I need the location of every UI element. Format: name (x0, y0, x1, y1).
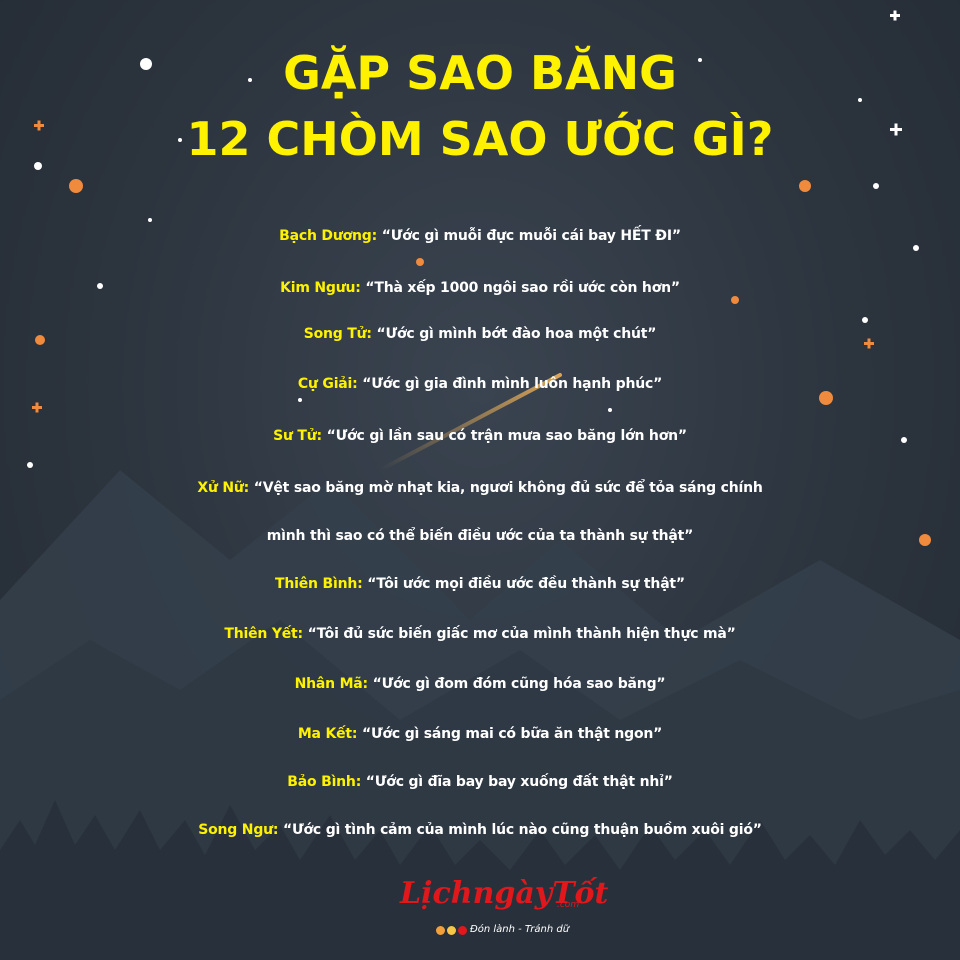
star-white (148, 218, 152, 222)
zodiac-sign-label: Nhân Mã: (294, 676, 369, 692)
poster: GẶP SAO BĂNG 12 CHÒM SAO ƯỚC GÌ? Bạch Dư… (0, 0, 960, 960)
wish-quote: “Ước gì muỗi đực muỗi cái bay HẾT ĐI” (381, 228, 681, 244)
wish-quote: “Ước gì mình bớt đào hoa một chút” (376, 326, 657, 342)
logo-domain-suffix: .com (557, 900, 580, 910)
wish-quote: “Tôi ước mọi điều ước đều thành sự thật” (367, 576, 685, 592)
star-white (862, 317, 868, 323)
zodiac-sign-label: Kim Ngưu: (280, 280, 361, 296)
star-white (27, 462, 33, 468)
star-white (298, 398, 302, 402)
wish-row-xu-nu: Xử Nữ: “Vệt sao băng mờ nhạt kia, ngươi … (0, 480, 960, 496)
zodiac-sign-label: Bạch Dương: (279, 228, 378, 244)
logo-dot-icon (458, 926, 467, 935)
wish-quote: mình thì sao có thể biến điều ước của ta… (266, 528, 694, 544)
wish-row-bao-binh: Bảo Bình: “Ước gì đĩa bay bay xuống đất … (0, 774, 960, 790)
sparkle-icon (890, 10, 900, 21)
star-orange (69, 179, 83, 193)
zodiac-sign-label: Xử Nữ: (197, 480, 250, 496)
wish-row-cu-giai: Cự Giải: “Ước gì gia đình mình luôn hạnh… (0, 376, 960, 392)
wish-quote: “Tôi đủ sức biến giấc mơ của mình thành … (307, 626, 736, 642)
wish-row-bach-duong: Bạch Dương: “Ước gì muỗi đực muỗi cái ba… (0, 228, 960, 244)
wish-quote: “Ước gì lần sau có trận mưa sao băng lớn… (326, 428, 687, 444)
zodiac-sign-label: Song Tử: (303, 326, 372, 342)
wish-quote: “Thà xếp 1000 ngôi sao rồi ước còn hơn” (365, 280, 680, 296)
zodiac-sign-label: Thiên Yết: (224, 626, 303, 642)
star-orange (819, 391, 833, 405)
wish-row-su-tu: Sư Tử: “Ước gì lần sau có trận mưa sao b… (0, 428, 960, 444)
zodiac-sign-label: Thiên Bình: (275, 576, 363, 592)
logo-slogan: Đón lành - Tránh dữ (470, 924, 570, 935)
star-white (608, 408, 612, 412)
lichngaytot-logo: LịchngàyTốt .com Đón lành - Tránh dữ (400, 876, 608, 940)
star-orange (416, 258, 424, 266)
wish-row-nhan-ma: Nhân Mã: “Ước gì đom đóm cũng hóa sao bă… (0, 676, 960, 692)
star-orange (731, 296, 739, 304)
wish-row-song-ngu: Song Ngư: “Ước gì tình cảm của mình lúc … (0, 822, 960, 838)
wish-quote: “Ước gì đĩa bay bay xuống đất thật nhỉ” (365, 774, 673, 790)
wish-quote: “Ước gì gia đình mình luôn hạnh phúc” (362, 376, 663, 392)
logo-dot-icon (436, 926, 445, 935)
wish-row-thien-yet: Thiên Yết: “Tôi đủ sức biến giấc mơ của … (0, 626, 960, 642)
three-dots-icon (436, 926, 470, 936)
title-line-2: 12 CHÒM SAO ƯỚC GÌ? (186, 112, 774, 166)
wish-quote: “Ước gì đom đóm cũng hóa sao băng” (372, 676, 666, 692)
wish-row-ma-ket: Ma Kết: “Ước gì sáng mai có bữa ăn thật … (0, 726, 960, 742)
zodiac-sign-label: Bảo Bình: (287, 774, 362, 790)
wish-row-kim-nguu: Kim Ngưu: “Thà xếp 1000 ngôi sao rồi ước… (0, 280, 960, 296)
wish-quote: “Ước gì sáng mai có bữa ăn thật ngon” (362, 726, 663, 742)
logo-dot-icon (447, 926, 456, 935)
zodiac-sign-label: Song Ngư: (198, 822, 279, 838)
sparkle-icon (32, 402, 42, 413)
wish-row-song-tu: Song Tử: “Ước gì mình bớt đào hoa một ch… (0, 326, 960, 342)
zodiac-sign-label: Sư Tử: (273, 428, 322, 444)
wish-row-thien-binh: Thiên Bình: “Tôi ước mọi điều ước đều th… (0, 576, 960, 592)
wish-row-xu-nu-continued: mình thì sao có thể biến điều ước của ta… (0, 528, 960, 544)
star-white (873, 183, 879, 189)
wish-quote: “Vệt sao băng mờ nhạt kia, ngươi không đ… (253, 480, 763, 496)
zodiac-sign-label: Ma Kết: (297, 726, 358, 742)
zodiac-sign-label: Cự Giải: (297, 376, 358, 392)
wish-quote: “Ước gì tình cảm của mình lúc nào cũng t… (283, 822, 762, 838)
star-white (913, 245, 919, 251)
star-orange (799, 180, 811, 192)
title-line-1: GẶP SAO BĂNG (283, 46, 677, 100)
